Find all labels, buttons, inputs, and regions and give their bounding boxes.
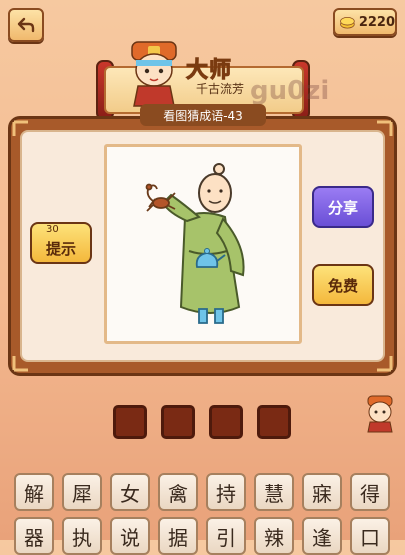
puzzle-picture <box>104 144 302 344</box>
helper-character-icon[interactable] <box>362 394 398 434</box>
hint-label: 提示 <box>45 239 76 258</box>
free-label: 免费 <box>327 276 358 295</box>
coin-icon <box>340 17 355 29</box>
coin-count: 2220 <box>358 14 395 30</box>
letter-tile[interactable]: 引 <box>206 517 246 555</box>
letter-tile[interactable]: 口 <box>350 517 390 555</box>
avatar <box>131 41 177 107</box>
free-hint-button[interactable]: 免费 <box>312 264 374 306</box>
letter-tile[interactable]: 据 <box>158 517 198 555</box>
answer-slot-2[interactable] <box>161 405 195 439</box>
back-arrow-icon <box>17 17 35 33</box>
letter-tile[interactable]: 逢 <box>302 517 342 555</box>
letter-tile[interactable]: 禽 <box>158 473 198 511</box>
letter-tile[interactable]: 执 <box>62 517 102 555</box>
letter-tile[interactable]: 器 <box>14 517 54 555</box>
scholar-with-scorpion-illustration <box>145 163 245 324</box>
watermark: gu0zi <box>250 76 330 106</box>
letter-tile[interactable]: 犀 <box>62 473 102 511</box>
letter-tile[interactable]: 辣 <box>254 517 294 555</box>
letter-tile[interactable]: 女 <box>110 473 150 511</box>
letter-tile[interactable]: 得 <box>350 473 390 511</box>
answer-slot-4[interactable] <box>257 405 291 439</box>
hint-button[interactable]: 提示 <box>30 222 92 264</box>
answer-slot-1[interactable] <box>113 405 147 439</box>
rank-subtitle: 千古流芳 <box>196 82 245 96</box>
letter-tile[interactable]: 持 <box>206 473 246 511</box>
letter-tile[interactable]: 慧 <box>254 473 294 511</box>
coin-balance[interactable]: 2220 <box>333 8 397 36</box>
letter-tile[interactable]: 说 <box>110 517 150 555</box>
hint-cost: 30 <box>46 224 59 235</box>
letter-tile[interactable]: 解 <box>14 473 54 511</box>
answer-slot-3[interactable] <box>209 405 243 439</box>
back-button[interactable] <box>8 8 44 42</box>
letter-tile[interactable]: 寐 <box>302 473 342 511</box>
share-label: 分享 <box>327 198 358 217</box>
level-label: 看图猜成语-43 <box>140 104 266 126</box>
share-button[interactable]: 分享 <box>312 186 374 228</box>
